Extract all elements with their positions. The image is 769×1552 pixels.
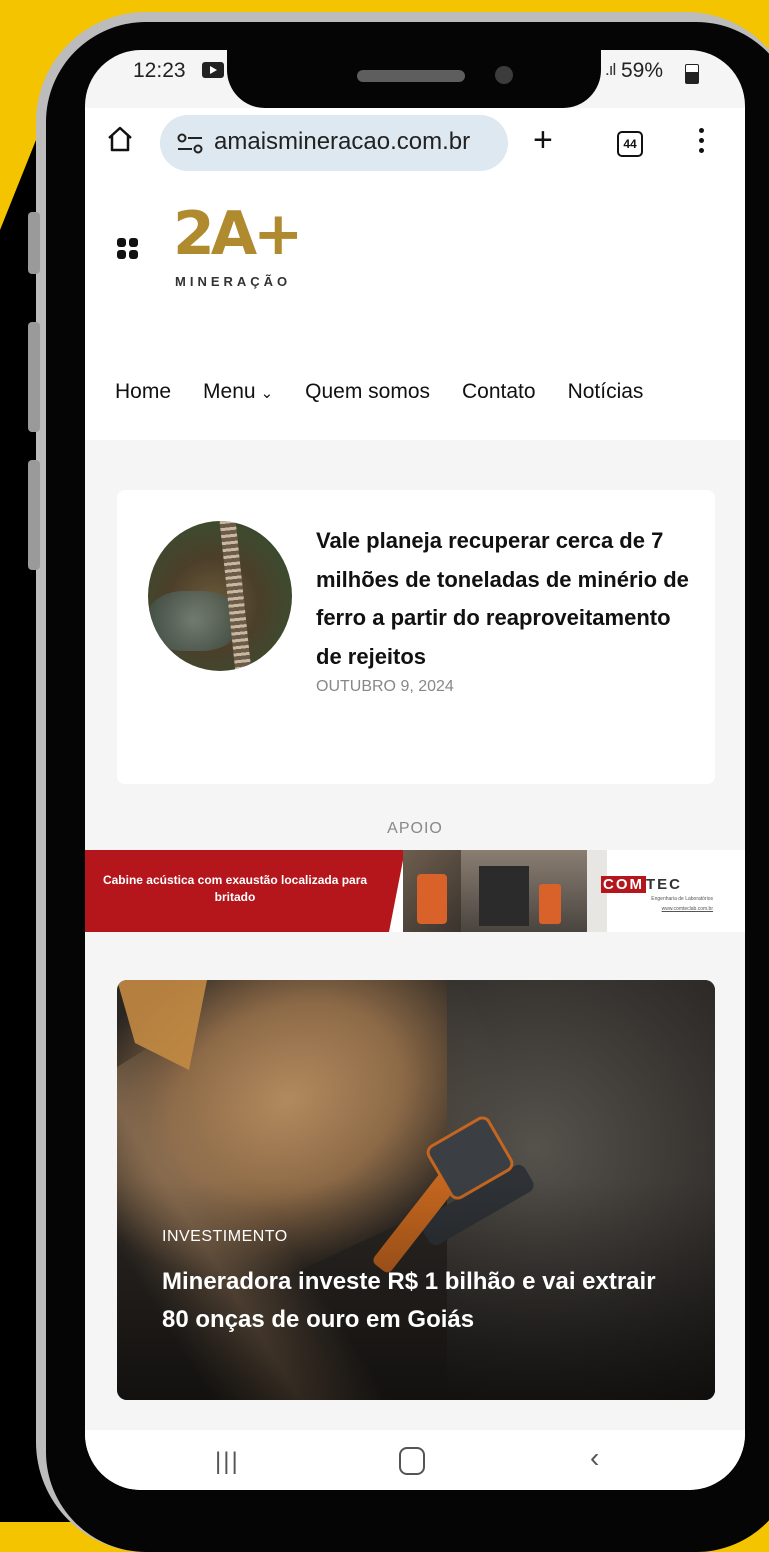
site-header: 2A+ MINERAÇÃO Home Menu ⌄ Quem somos Cont… <box>85 184 745 440</box>
site-logo-subtitle: MINERAÇÃO <box>175 274 292 289</box>
feature-article[interactable]: INVESTIMENTO Mineradora investe R$ 1 bil… <box>117 980 715 1400</box>
support-label: APOIO <box>387 820 443 837</box>
system-navbar: ||| ‹ <box>85 1430 745 1490</box>
signal-icon: .ıl <box>605 60 616 79</box>
front-camera <box>495 66 513 84</box>
feature-category[interactable]: INVESTIMENTO <box>162 1228 288 1246</box>
home-button-icon[interactable] <box>399 1447 425 1475</box>
feature-title[interactable]: Mineradora investe R$ 1 bilhão e vai ext… <box>162 1263 662 1339</box>
status-time: 12:23 <box>133 59 186 82</box>
new-tab-icon[interactable]: + <box>533 122 553 158</box>
nav-item-menu-label: Menu <box>203 380 256 403</box>
address-bar[interactable]: amaismineracao.com.br <box>160 115 508 171</box>
phone-screen: 12:23 .ıl 59% amaismineracao.com.br + 44 <box>85 50 745 1490</box>
news-date: OUTUBRO 9, 2024 <box>316 678 454 695</box>
speaker-grille <box>357 70 465 82</box>
back-icon[interactable]: ‹ <box>590 1442 599 1474</box>
home-icon[interactable] <box>105 124 135 154</box>
tab-switcher-button[interactable]: 44 <box>617 131 643 157</box>
banner-text: Cabine acústica com exaustão localizada … <box>102 873 368 904</box>
nav-item-contato[interactable]: Contato <box>462 380 536 404</box>
site-logo[interactable]: 2A+ <box>173 204 303 264</box>
camera-notch <box>227 50 601 108</box>
sponsor-logo: COM TEC <box>601 876 682 893</box>
battery-icon <box>685 64 699 84</box>
banner-photo <box>403 850 461 932</box>
volume-up-button <box>28 212 40 274</box>
news-card[interactable]: Vale planeja recuperar cerca de 7 milhõe… <box>117 490 715 784</box>
power-button <box>28 460 40 570</box>
browser-toolbar: amaismineracao.com.br + 44 <box>85 108 745 185</box>
more-menu-icon[interactable] <box>699 128 705 158</box>
main-nav: Home Menu ⌄ Quem somos Contato Notícias <box>115 380 643 404</box>
volume-down-button <box>28 322 40 432</box>
apps-grid-icon[interactable] <box>117 238 139 260</box>
nav-item-noticias[interactable]: Notícias <box>568 380 644 404</box>
site-settings-icon[interactable] <box>176 133 204 155</box>
nav-item-quem-somos[interactable]: Quem somos <box>305 380 430 404</box>
news-title[interactable]: Vale planeja recuperar cerca de 7 milhõe… <box>316 522 696 676</box>
url-text[interactable]: amaismineracao.com.br <box>214 128 470 156</box>
nav-item-menu[interactable]: Menu ⌄ <box>203 380 273 404</box>
sponsor-url: www.comteclab.com.br <box>661 906 713 912</box>
sponsor-banner[interactable]: Cabine acústica com exaustão localizada … <box>85 850 745 932</box>
banner-photo <box>461 850 587 932</box>
chevron-down-icon: ⌄ <box>260 385 274 402</box>
recent-apps-icon[interactable]: ||| <box>215 1448 240 1476</box>
nav-item-home[interactable]: Home <box>115 380 171 404</box>
sponsor-tagline: Engenharia de Laboratórios <box>651 896 713 902</box>
news-thumbnail[interactable] <box>148 521 292 671</box>
battery-percent: 59% <box>621 59 664 82</box>
screen-record-icon <box>202 62 224 78</box>
